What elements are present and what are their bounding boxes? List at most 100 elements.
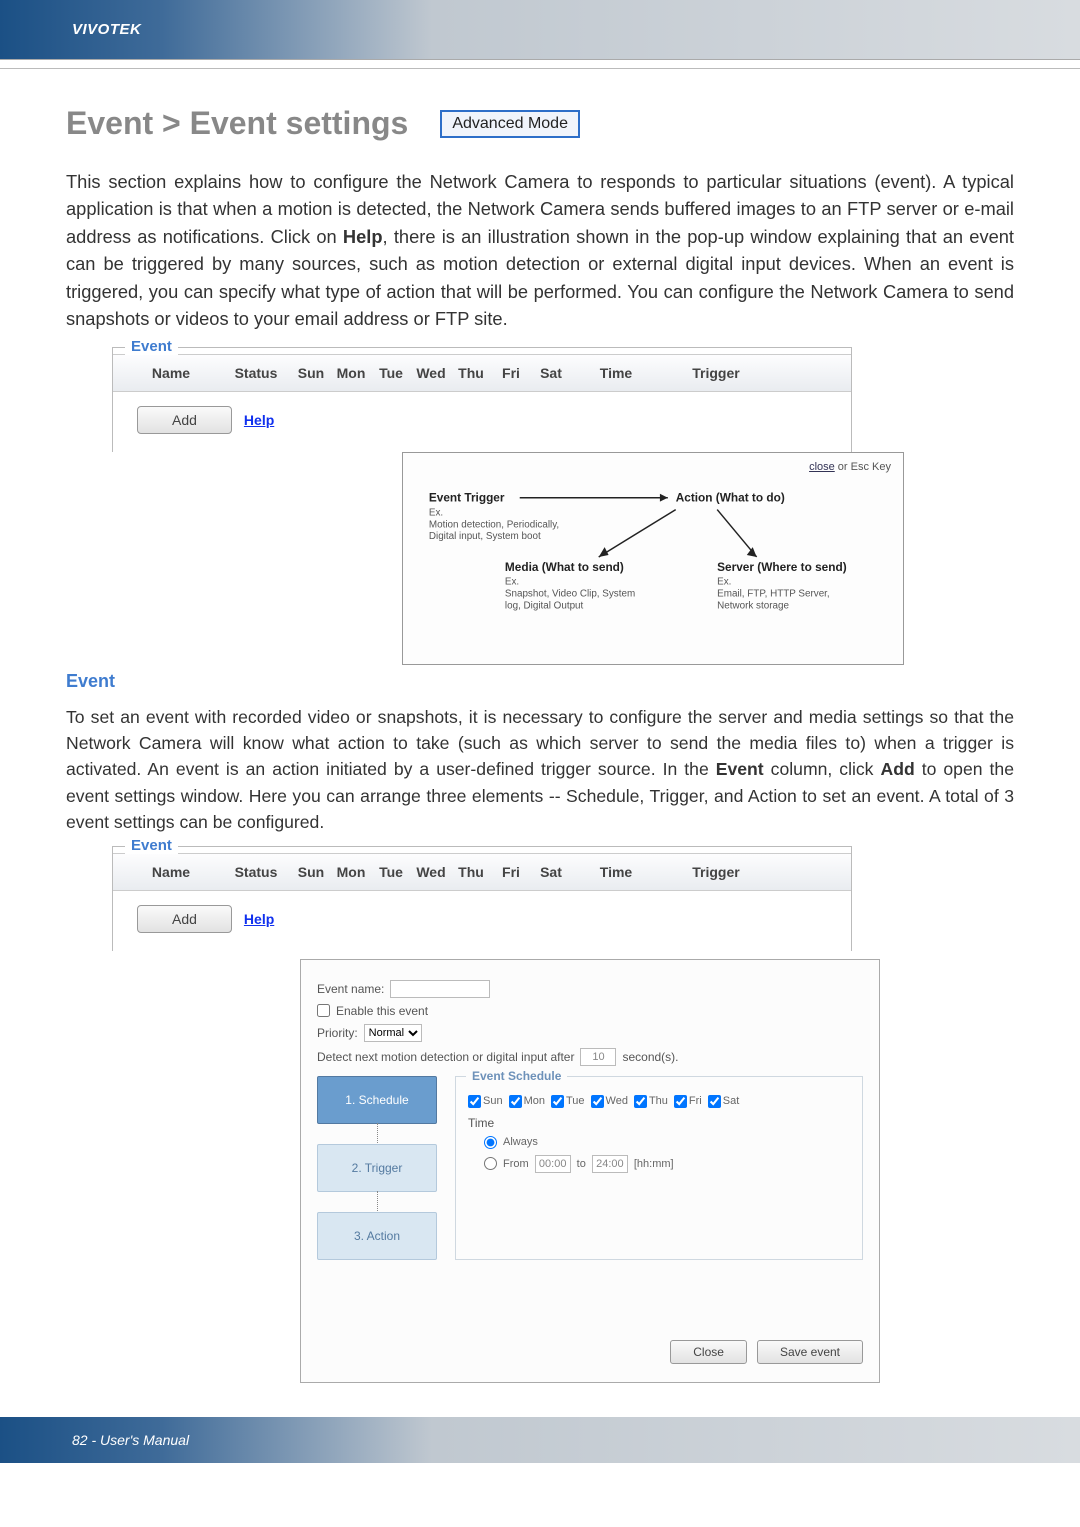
svg-text:log, Digital Output: log, Digital Output	[505, 600, 584, 611]
svg-text:Network storage: Network storage	[717, 600, 789, 611]
p2-b: column, click	[764, 759, 881, 779]
col2-trigger: Trigger	[661, 864, 771, 880]
event-panel: Event Name Status Sun Mon Tue Wed Thu Fr…	[112, 347, 852, 452]
diag-server-title: Server (Where to send)	[717, 559, 847, 573]
time-label: Time	[468, 1116, 850, 1130]
time-hhmm-hint: [hh:mm]	[634, 1158, 674, 1170]
popup-close[interactable]: close or Esc Key	[809, 461, 891, 473]
col-sat: Sat	[531, 365, 571, 381]
event-panel2-legend: Event	[125, 837, 178, 854]
col-thu: Thu	[451, 365, 491, 381]
event-schedule-panel: Event Schedule Sun Mon Tue Wed Thu Fri S…	[455, 1076, 863, 1260]
col2-wed: Wed	[411, 864, 451, 880]
add-button[interactable]: Add	[137, 406, 232, 434]
event-name-input[interactable]	[390, 980, 490, 998]
time-to-input[interactable]	[592, 1155, 628, 1173]
svg-text:Email, FTP, HTTP Server,: Email, FTP, HTTP Server,	[717, 588, 830, 599]
day-tue: Tue	[566, 1095, 585, 1107]
day-wed: Wed	[606, 1095, 628, 1107]
col-tue: Tue	[371, 365, 411, 381]
day-sat: Sat	[723, 1095, 740, 1107]
day-sat-checkbox[interactable]	[708, 1095, 721, 1108]
event-flow-diagram: Event Trigger Ex. Motion detection, Peri…	[421, 469, 885, 639]
col-sun: Sun	[291, 365, 331, 381]
schedule-legend: Event Schedule	[466, 1069, 567, 1083]
day-tue-checkbox[interactable]	[551, 1095, 564, 1108]
event-panel-2: Event Name Status Sun Mon Tue Wed Thu Fr…	[112, 846, 852, 951]
day-sun-checkbox[interactable]	[468, 1095, 481, 1108]
intro-help-bold: Help	[343, 226, 383, 247]
event-paragraph: To set an event with recorded video or s…	[66, 704, 1014, 836]
time-from-label: From	[503, 1158, 529, 1170]
col-trigger: Trigger	[661, 365, 771, 381]
detect-seconds-input[interactable]	[580, 1048, 616, 1066]
day-wed-checkbox[interactable]	[591, 1095, 604, 1108]
close-link[interactable]: close	[809, 461, 835, 473]
diag-trigger-ex: Ex.	[429, 507, 443, 518]
diag-trigger-detail2: Digital input, System boot	[429, 531, 541, 542]
col2-status: Status	[221, 864, 291, 880]
help-diagram-popup: close or Esc Key Event Trigger Ex. Motio…	[402, 452, 904, 665]
header-band: VIVOTEK	[0, 0, 1080, 60]
col-fri: Fri	[491, 365, 531, 381]
col-status: Status	[221, 365, 291, 381]
close-suffix: or Esc Key	[835, 461, 891, 473]
col2-time: Time	[571, 864, 661, 880]
page-footer: 82 - User's Manual	[0, 1417, 1080, 1463]
day-mon-checkbox[interactable]	[509, 1095, 522, 1108]
col2-fri: Fri	[491, 864, 531, 880]
intro-paragraph: This section explains how to configure t…	[66, 168, 1014, 333]
col2-sun: Sun	[291, 864, 331, 880]
step-schedule-label: 1. Schedule	[345, 1093, 408, 1107]
step-action[interactable]: 3. Action	[317, 1212, 437, 1260]
time-from-radio[interactable]	[484, 1157, 497, 1170]
day-sun: Sun	[483, 1095, 503, 1107]
svg-text:Snapshot, Video Clip, System: Snapshot, Video Clip, System	[505, 588, 635, 599]
diag-server-ex: Ex.	[717, 576, 731, 587]
priority-select[interactable]: Normal	[364, 1024, 422, 1042]
add-button-2[interactable]: Add	[137, 905, 232, 933]
day-thu-checkbox[interactable]	[634, 1095, 647, 1108]
col-name: Name	[121, 365, 221, 381]
priority-label: Priority:	[317, 1026, 358, 1040]
col2-mon: Mon	[331, 864, 371, 880]
step-trigger-label: 2. Trigger	[352, 1161, 403, 1175]
col2-sat: Sat	[531, 864, 571, 880]
col2-thu: Thu	[451, 864, 491, 880]
help-link[interactable]: Help	[244, 412, 274, 428]
diag-media-ex: Ex.	[505, 576, 519, 587]
step-trigger[interactable]: 2. Trigger	[317, 1144, 437, 1192]
enable-event-label: Enable this event	[336, 1004, 428, 1018]
col-wed: Wed	[411, 365, 451, 381]
p2-event-bold: Event	[716, 759, 764, 779]
step-action-label: 3. Action	[354, 1229, 400, 1243]
enable-event-checkbox[interactable]	[317, 1004, 330, 1017]
step-schedule[interactable]: 1. Schedule	[317, 1076, 437, 1124]
time-from-input[interactable]	[535, 1155, 571, 1173]
col-time: Time	[571, 365, 661, 381]
brand-logo: VIVOTEK	[72, 21, 141, 38]
save-event-button[interactable]: Save event	[757, 1340, 863, 1364]
col2-name: Name	[121, 864, 221, 880]
time-always-radio[interactable]	[484, 1136, 497, 1149]
p2-add-bold: Add	[881, 759, 915, 779]
event-panel-legend: Event	[125, 338, 178, 355]
footer-text: 82 - User's Manual	[72, 1432, 189, 1448]
day-fri: Fri	[689, 1095, 702, 1107]
event-section-heading: Event	[66, 671, 1014, 692]
detect-label-a: Detect next motion detection or digital …	[317, 1050, 574, 1064]
close-button[interactable]: Close	[670, 1340, 747, 1364]
col2-tue: Tue	[371, 864, 411, 880]
day-fri-checkbox[interactable]	[674, 1095, 687, 1108]
diag-trigger-title: Event Trigger	[429, 490, 505, 504]
event-config-popup: Event name: Enable this event Priority: …	[300, 959, 880, 1383]
help-link-2[interactable]: Help	[244, 911, 274, 927]
detect-label-b: second(s).	[622, 1050, 678, 1064]
time-to-label: to	[577, 1158, 586, 1170]
event-table-header: Name Status Sun Mon Tue Wed Thu Fri Sat …	[113, 354, 851, 392]
col-mon: Mon	[331, 365, 371, 381]
time-always-label: Always	[503, 1136, 538, 1148]
day-mon: Mon	[524, 1095, 545, 1107]
advanced-mode-badge: Advanced Mode	[440, 110, 580, 138]
diag-action-title: Action (What to do)	[676, 490, 785, 504]
